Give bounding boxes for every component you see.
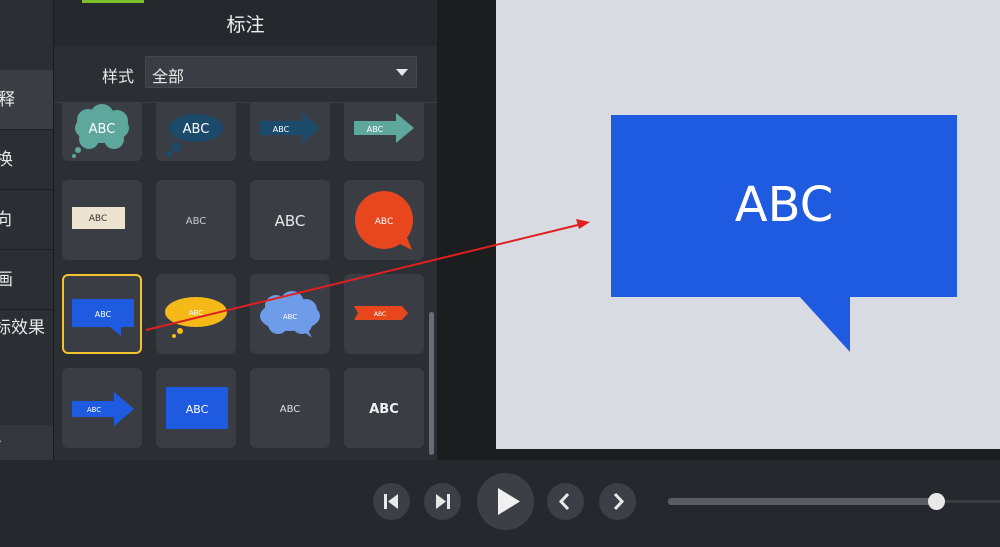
- thought-oval-icon: ABC: [165, 297, 227, 338]
- callout-tile[interactable]: ABC: [344, 274, 424, 354]
- callout-panel: 标注 样式 全部 ABC ABC ABC ABC ABC ABC ABC ABC…: [53, 0, 437, 460]
- sidebar: 释 换 向 画 标效果 .: [0, 0, 53, 460]
- speech-rect-icon: ABC: [72, 299, 134, 336]
- sidebar-item-label: 释: [0, 70, 15, 129]
- sidebar-item-animation[interactable]: 画: [0, 250, 53, 310]
- callout-tile[interactable]: ABC: [250, 180, 330, 260]
- svg-text:ABC: ABC: [186, 403, 209, 416]
- svg-text:ABC: ABC: [189, 309, 203, 317]
- sidebar-more-label: .: [0, 429, 2, 445]
- svg-text:ABC: ABC: [374, 311, 386, 318]
- panel-title: 标注: [226, 15, 265, 36]
- play-button[interactable]: [477, 473, 534, 530]
- sidebar-more[interactable]: .: [0, 425, 53, 460]
- callout-tile[interactable]: ABC: [156, 103, 236, 161]
- svg-text:ABC: ABC: [275, 212, 306, 230]
- svg-text:ABC: ABC: [283, 313, 297, 321]
- panel-accent: [82, 0, 144, 3]
- next-button[interactable]: [599, 483, 636, 520]
- svg-text:ABC: ABC: [375, 217, 393, 227]
- step-forward-icon: [436, 494, 450, 509]
- callout-tile[interactable]: ABC: [62, 368, 142, 448]
- sidebar-item-transition[interactable]: 换: [0, 130, 53, 190]
- rect-icon: ABC: [166, 387, 228, 429]
- step-back-icon: [384, 494, 398, 509]
- callout-tail: [799, 296, 850, 352]
- callout-tile[interactable]: ABC: [250, 368, 330, 448]
- timeline-progress[interactable]: [668, 498, 938, 505]
- timeline-remaining[interactable]: [938, 500, 1000, 503]
- svg-text:ABC: ABC: [183, 122, 210, 137]
- panel-header: 标注: [54, 0, 437, 46]
- arrow-icon: ABC: [72, 392, 134, 426]
- style-label: 样式: [102, 69, 135, 86]
- style-dropdown-value: 全部: [152, 69, 185, 86]
- svg-text:ABC: ABC: [95, 310, 112, 319]
- thought-cloud-icon: ABC: [72, 104, 129, 158]
- sidebar-item-label: 画: [0, 250, 13, 309]
- sidebar-item-label: 标效果: [0, 318, 45, 337]
- chevron-right-icon: [613, 492, 625, 511]
- previous-button[interactable]: [547, 483, 584, 520]
- panel-scrollbar[interactable]: [429, 312, 434, 455]
- text-icon: ABC: [280, 404, 301, 415]
- callout-grid: ABC ABC ABC ABC ABC ABC ABC ABC ABC ABC …: [54, 103, 437, 460]
- svg-text:ABC: ABC: [89, 214, 107, 224]
- chevron-left-icon: [558, 492, 570, 511]
- step-forward-button[interactable]: [424, 483, 461, 520]
- callout-tile[interactable]: ABC: [344, 103, 424, 161]
- ribbon-icon: ABC: [354, 306, 408, 320]
- callout-tile[interactable]: ABC: [250, 274, 330, 354]
- svg-text:ABC: ABC: [273, 125, 290, 134]
- sidebar-top: [0, 0, 53, 71]
- svg-text:ABC: ABC: [186, 216, 207, 227]
- timeline-handle[interactable]: [928, 493, 945, 510]
- callout-tile-selected[interactable]: ABC: [62, 274, 142, 354]
- callout-tile[interactable]: ABC: [62, 103, 142, 161]
- callout-tile[interactable]: ABC: [344, 368, 424, 448]
- svg-text:ABC: ABC: [367, 125, 384, 134]
- text-icon: ABC: [186, 216, 207, 227]
- callout-tile[interactable]: ABC: [156, 180, 236, 260]
- play-icon: [498, 488, 520, 515]
- thought-cloud-icon: ABC: [260, 291, 320, 338]
- svg-text:ABC: ABC: [87, 406, 101, 414]
- style-dropdown[interactable]: 全部: [145, 56, 417, 88]
- callout-text[interactable]: ABC: [611, 177, 957, 233]
- svg-text:ABC: ABC: [280, 404, 301, 415]
- callout-tile[interactable]: ABC: [156, 274, 236, 354]
- text-icon: ABC: [369, 402, 399, 417]
- text-icon: ABC: [275, 212, 306, 230]
- callout-tile[interactable]: ABC: [250, 103, 330, 161]
- speech-circle-icon: ABC: [355, 191, 413, 250]
- sidebar-item-annotation[interactable]: 释: [0, 70, 53, 130]
- callout-tile[interactable]: ABC: [344, 180, 424, 260]
- sidebar-item-label: 向: [0, 190, 12, 249]
- sidebar-item-label: 换: [0, 130, 13, 189]
- sidebar-item-cursor-effects[interactable]: 标效果: [0, 312, 53, 372]
- arrow-icon: ABC: [354, 113, 414, 143]
- thought-oval-icon: ABC: [166, 114, 223, 157]
- callout-tile[interactable]: ABC: [62, 180, 142, 260]
- svg-text:ABC: ABC: [89, 122, 116, 137]
- chevron-down-icon: [396, 69, 408, 76]
- arrow-icon: ABC: [260, 113, 320, 143]
- callout-tile[interactable]: ABC: [156, 368, 236, 448]
- sidebar-item-direction[interactable]: 向: [0, 190, 53, 250]
- step-back-button[interactable]: [373, 483, 410, 520]
- svg-text:ABC: ABC: [369, 402, 399, 417]
- label-icon: ABC: [72, 207, 125, 229]
